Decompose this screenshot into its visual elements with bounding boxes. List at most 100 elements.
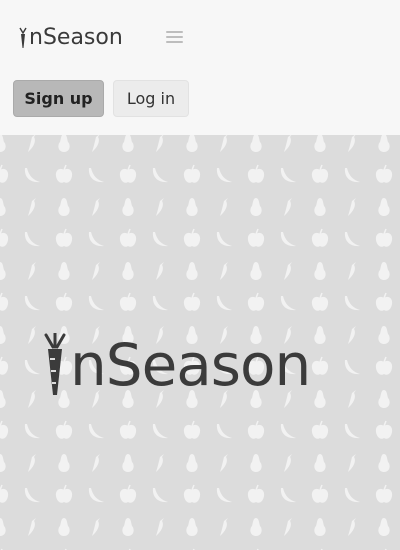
banana-icon [216, 296, 232, 311]
banana-icon [216, 232, 232, 247]
hamburger-menu-button[interactable] [164, 28, 186, 46]
apple-icon [119, 420, 137, 439]
banana-icon [24, 488, 40, 503]
pepper-icon [220, 518, 228, 536]
banana-icon [216, 424, 232, 439]
pepper-icon [156, 262, 164, 280]
apple-icon [0, 292, 9, 311]
pear-icon [378, 518, 390, 536]
banana-icon [88, 168, 104, 183]
banana-icon [152, 488, 168, 503]
apple-icon [375, 228, 393, 247]
pepper-icon [28, 454, 36, 472]
banana-icon [216, 488, 232, 503]
banana-icon [24, 232, 40, 247]
pear-icon [250, 262, 262, 280]
pepper-icon [284, 454, 292, 472]
apple-icon [55, 164, 73, 183]
pepper-icon [28, 326, 36, 344]
apple-icon [247, 292, 265, 311]
pear-icon [378, 390, 390, 408]
pear-icon [186, 454, 198, 472]
pepper-icon [92, 518, 100, 536]
apple-icon [311, 228, 329, 247]
pear-icon [58, 454, 70, 472]
login-button[interactable]: Log in [113, 80, 189, 117]
apple-icon [119, 484, 137, 503]
pear-icon [0, 518, 6, 536]
pear-icon [378, 262, 390, 280]
hamburger-icon [166, 31, 183, 33]
pepper-icon [220, 198, 228, 216]
pepper-icon [156, 135, 164, 152]
pepper-icon [220, 135, 228, 152]
banana-icon [88, 232, 104, 247]
apple-icon [375, 292, 393, 311]
apple-icon [183, 484, 201, 503]
pepper-icon [28, 198, 36, 216]
apple-icon [311, 356, 329, 375]
pepper-icon [348, 326, 356, 344]
banana-icon [344, 360, 360, 375]
apple-icon [55, 228, 73, 247]
hero-banner: nSeason [0, 135, 400, 550]
pepper-icon [92, 262, 100, 280]
apple-icon [183, 164, 201, 183]
banana-icon [152, 296, 168, 311]
pepper-icon [348, 518, 356, 536]
pepper-icon [92, 135, 100, 152]
banana-icon [24, 360, 40, 375]
apple-icon [0, 228, 9, 247]
pear-icon [186, 198, 198, 216]
pear-icon [314, 518, 326, 536]
pepper-icon [28, 262, 36, 280]
pear-icon [58, 262, 70, 280]
banana-icon [344, 296, 360, 311]
pepper-icon [92, 198, 100, 216]
pepper-icon [28, 518, 36, 536]
pepper-icon [284, 135, 292, 152]
pear-icon [122, 262, 134, 280]
pepper-icon [284, 262, 292, 280]
banana-icon [152, 232, 168, 247]
apple-icon [0, 420, 9, 439]
apple-icon [0, 164, 9, 183]
pear-icon [0, 326, 6, 344]
pear-icon [186, 135, 198, 152]
pear-icon [314, 390, 326, 408]
apple-icon [119, 164, 137, 183]
pear-icon [122, 135, 134, 152]
pepper-icon [28, 390, 36, 408]
pepper-icon [348, 390, 356, 408]
pear-icon [378, 454, 390, 472]
banana-icon [152, 168, 168, 183]
signup-button[interactable]: Sign up [13, 80, 104, 117]
banana-icon [280, 232, 296, 247]
banana-icon [24, 296, 40, 311]
pear-icon [0, 135, 6, 152]
apple-icon [183, 292, 201, 311]
pear-icon [0, 454, 6, 472]
pear-icon [186, 518, 198, 536]
pear-icon [314, 326, 326, 344]
banana-icon [280, 168, 296, 183]
brand-logo[interactable]: nSeason [18, 22, 123, 52]
pear-icon [186, 262, 198, 280]
apple-icon [247, 484, 265, 503]
pepper-icon [348, 135, 356, 152]
banana-icon [280, 424, 296, 439]
apple-icon [0, 356, 9, 375]
banana-icon [344, 232, 360, 247]
banana-icon [152, 424, 168, 439]
pear-icon [314, 198, 326, 216]
pepper-icon [156, 518, 164, 536]
pepper-icon [348, 262, 356, 280]
hero-logo: nSeason [40, 330, 311, 400]
apple-icon [311, 484, 329, 503]
pear-icon [58, 135, 70, 152]
pear-icon [250, 135, 262, 152]
apple-icon [55, 292, 73, 311]
apple-icon [55, 484, 73, 503]
pear-icon [378, 326, 390, 344]
apple-icon [247, 228, 265, 247]
